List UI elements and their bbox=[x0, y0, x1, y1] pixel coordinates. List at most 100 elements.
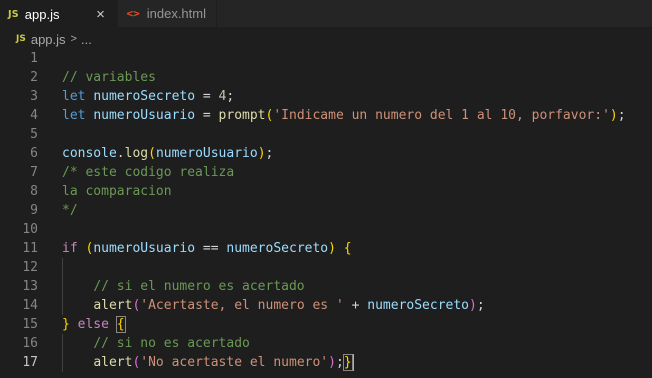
code-token: */ bbox=[62, 203, 78, 218]
javascript-file-icon: JS bbox=[8, 8, 19, 20]
code-token: // si el numero es acertado bbox=[93, 279, 305, 294]
code-token: numeroSecreto bbox=[367, 298, 470, 313]
tab-app-js[interactable]: JS app.js × bbox=[0, 0, 119, 27]
code-token: la comparacion bbox=[62, 184, 172, 199]
code-token: { bbox=[115, 316, 126, 333]
code-token: // variables bbox=[62, 70, 156, 85]
code-token: + bbox=[343, 298, 368, 313]
code-token: log bbox=[124, 146, 149, 161]
code-token: = bbox=[195, 108, 219, 123]
code-token: ; bbox=[265, 146, 274, 161]
line-number: 5 bbox=[30, 127, 38, 142]
code-token: numeroUsuario bbox=[93, 108, 196, 123]
tab-label: index.html bbox=[146, 6, 206, 21]
code-token: numeroUsuario bbox=[155, 146, 258, 161]
close-icon[interactable]: × bbox=[93, 7, 107, 22]
breadcrumb-file[interactable]: app.js bbox=[31, 32, 66, 47]
code-line[interactable]: 7 /* este codigo realiza bbox=[0, 163, 652, 182]
code-line[interactable]: 17 alert('No acertaste el numero');} bbox=[0, 353, 652, 372]
code-token: . bbox=[116, 146, 125, 161]
code-token: ; bbox=[617, 108, 626, 123]
javascript-file-icon: JS bbox=[16, 34, 26, 44]
line-number: 17 bbox=[22, 355, 38, 370]
code-line[interactable]: 12 bbox=[0, 258, 652, 277]
code-token: { bbox=[343, 241, 352, 256]
code-token: let bbox=[62, 108, 86, 123]
line-number: 15 bbox=[22, 317, 38, 332]
code-token: ) bbox=[328, 355, 336, 370]
code-token: 'Indicame un numero del 1 al 10, porfavo… bbox=[273, 108, 610, 123]
code-token: = bbox=[195, 89, 219, 104]
code-line[interactable]: 11 if (numeroUsuario == numeroSecreto) { bbox=[0, 239, 652, 258]
tab-index-html[interactable]: <> index.html bbox=[118, 0, 217, 27]
code-token: ) bbox=[257, 146, 266, 161]
html-file-icon: <> bbox=[126, 7, 140, 20]
code-token: let bbox=[62, 89, 86, 104]
code-line[interactable]: 6 console.log(numeroUsuario); bbox=[0, 144, 652, 163]
line-number: 3 bbox=[30, 89, 38, 104]
code-text: } else { bbox=[62, 315, 126, 334]
code-token: alert bbox=[93, 355, 133, 370]
code-text: /* este codigo realiza bbox=[62, 163, 234, 182]
breadcrumb-more[interactable]: ... bbox=[81, 32, 92, 47]
code-text: if (numeroUsuario == numeroSecreto) { bbox=[62, 239, 352, 258]
line-number: 11 bbox=[22, 241, 38, 256]
line-number: 1 bbox=[30, 51, 38, 66]
line-number: 16 bbox=[22, 336, 38, 351]
code-token: prompt bbox=[218, 108, 266, 123]
code-token: numeroSecreto bbox=[93, 89, 196, 104]
line-number: 9 bbox=[30, 203, 38, 218]
code-line[interactable]: 4 let numeroUsuario = prompt('Indicame un… bbox=[0, 106, 652, 125]
code-text: let numeroUsuario = prompt('Indicame un … bbox=[62, 106, 626, 125]
code-token: numeroSecreto bbox=[226, 241, 329, 256]
code-line[interactable]: 14 alert('Acertaste, el numero es ' + nu… bbox=[0, 296, 652, 315]
code-token: ) bbox=[609, 108, 618, 123]
code-line[interactable]: 3 let numeroSecreto = 4; bbox=[0, 87, 652, 106]
code-line[interactable]: 9 */ bbox=[0, 201, 652, 220]
line-number: 6 bbox=[30, 146, 38, 161]
code-token: == bbox=[195, 241, 227, 256]
chevron-right-icon: > bbox=[70, 33, 77, 45]
code-token: console bbox=[62, 146, 117, 161]
line-number: 14 bbox=[22, 298, 38, 313]
code-token: } bbox=[62, 317, 70, 332]
line-number: 13 bbox=[22, 279, 38, 294]
code-text: la comparacion bbox=[62, 182, 172, 201]
code-line[interactable]: 10 bbox=[0, 220, 652, 239]
code-token: // si no es acertado bbox=[93, 336, 250, 351]
code-line[interactable]: 5 bbox=[0, 125, 652, 144]
code-token: ) bbox=[328, 241, 336, 256]
code-token: else bbox=[77, 317, 109, 332]
code-token: ( bbox=[148, 146, 156, 161]
line-number: 7 bbox=[30, 165, 38, 180]
line-number: 8 bbox=[30, 184, 38, 199]
code-line[interactable]: 13 // si el numero es acertado bbox=[0, 277, 652, 296]
code-editor[interactable]: 1 2// variables 3 let numeroSecreto = 4; 4 le… bbox=[0, 49, 652, 378]
code-text: // si no es acertado bbox=[62, 334, 250, 353]
code-token: numeroUsuario bbox=[93, 241, 196, 256]
code-line[interactable]: 15} else { bbox=[0, 315, 652, 334]
code-token: } bbox=[342, 354, 353, 371]
code-token: 'Acertaste, el numero es ' bbox=[140, 298, 344, 313]
code-text: alert('Acertaste, el numero es ' + numer… bbox=[62, 296, 485, 315]
line-number: 4 bbox=[30, 108, 38, 123]
code-line[interactable]: 8 la comparacion bbox=[0, 182, 652, 201]
code-line[interactable]: 1 bbox=[0, 49, 652, 68]
code-token: ; bbox=[476, 298, 485, 313]
code-text: let numeroSecreto = 4; bbox=[62, 87, 234, 106]
code-text: */ bbox=[62, 201, 78, 220]
text-cursor bbox=[351, 354, 354, 371]
code-token: ; bbox=[226, 89, 235, 104]
code-line[interactable]: 2 // variables bbox=[0, 68, 652, 87]
line-number: 2 bbox=[30, 70, 38, 85]
code-line[interactable]: 16 // si no es acertado bbox=[0, 334, 652, 353]
code-token: if bbox=[62, 241, 78, 256]
code-text: // si el numero es acertado bbox=[62, 277, 305, 296]
line-number: 12 bbox=[22, 260, 38, 275]
